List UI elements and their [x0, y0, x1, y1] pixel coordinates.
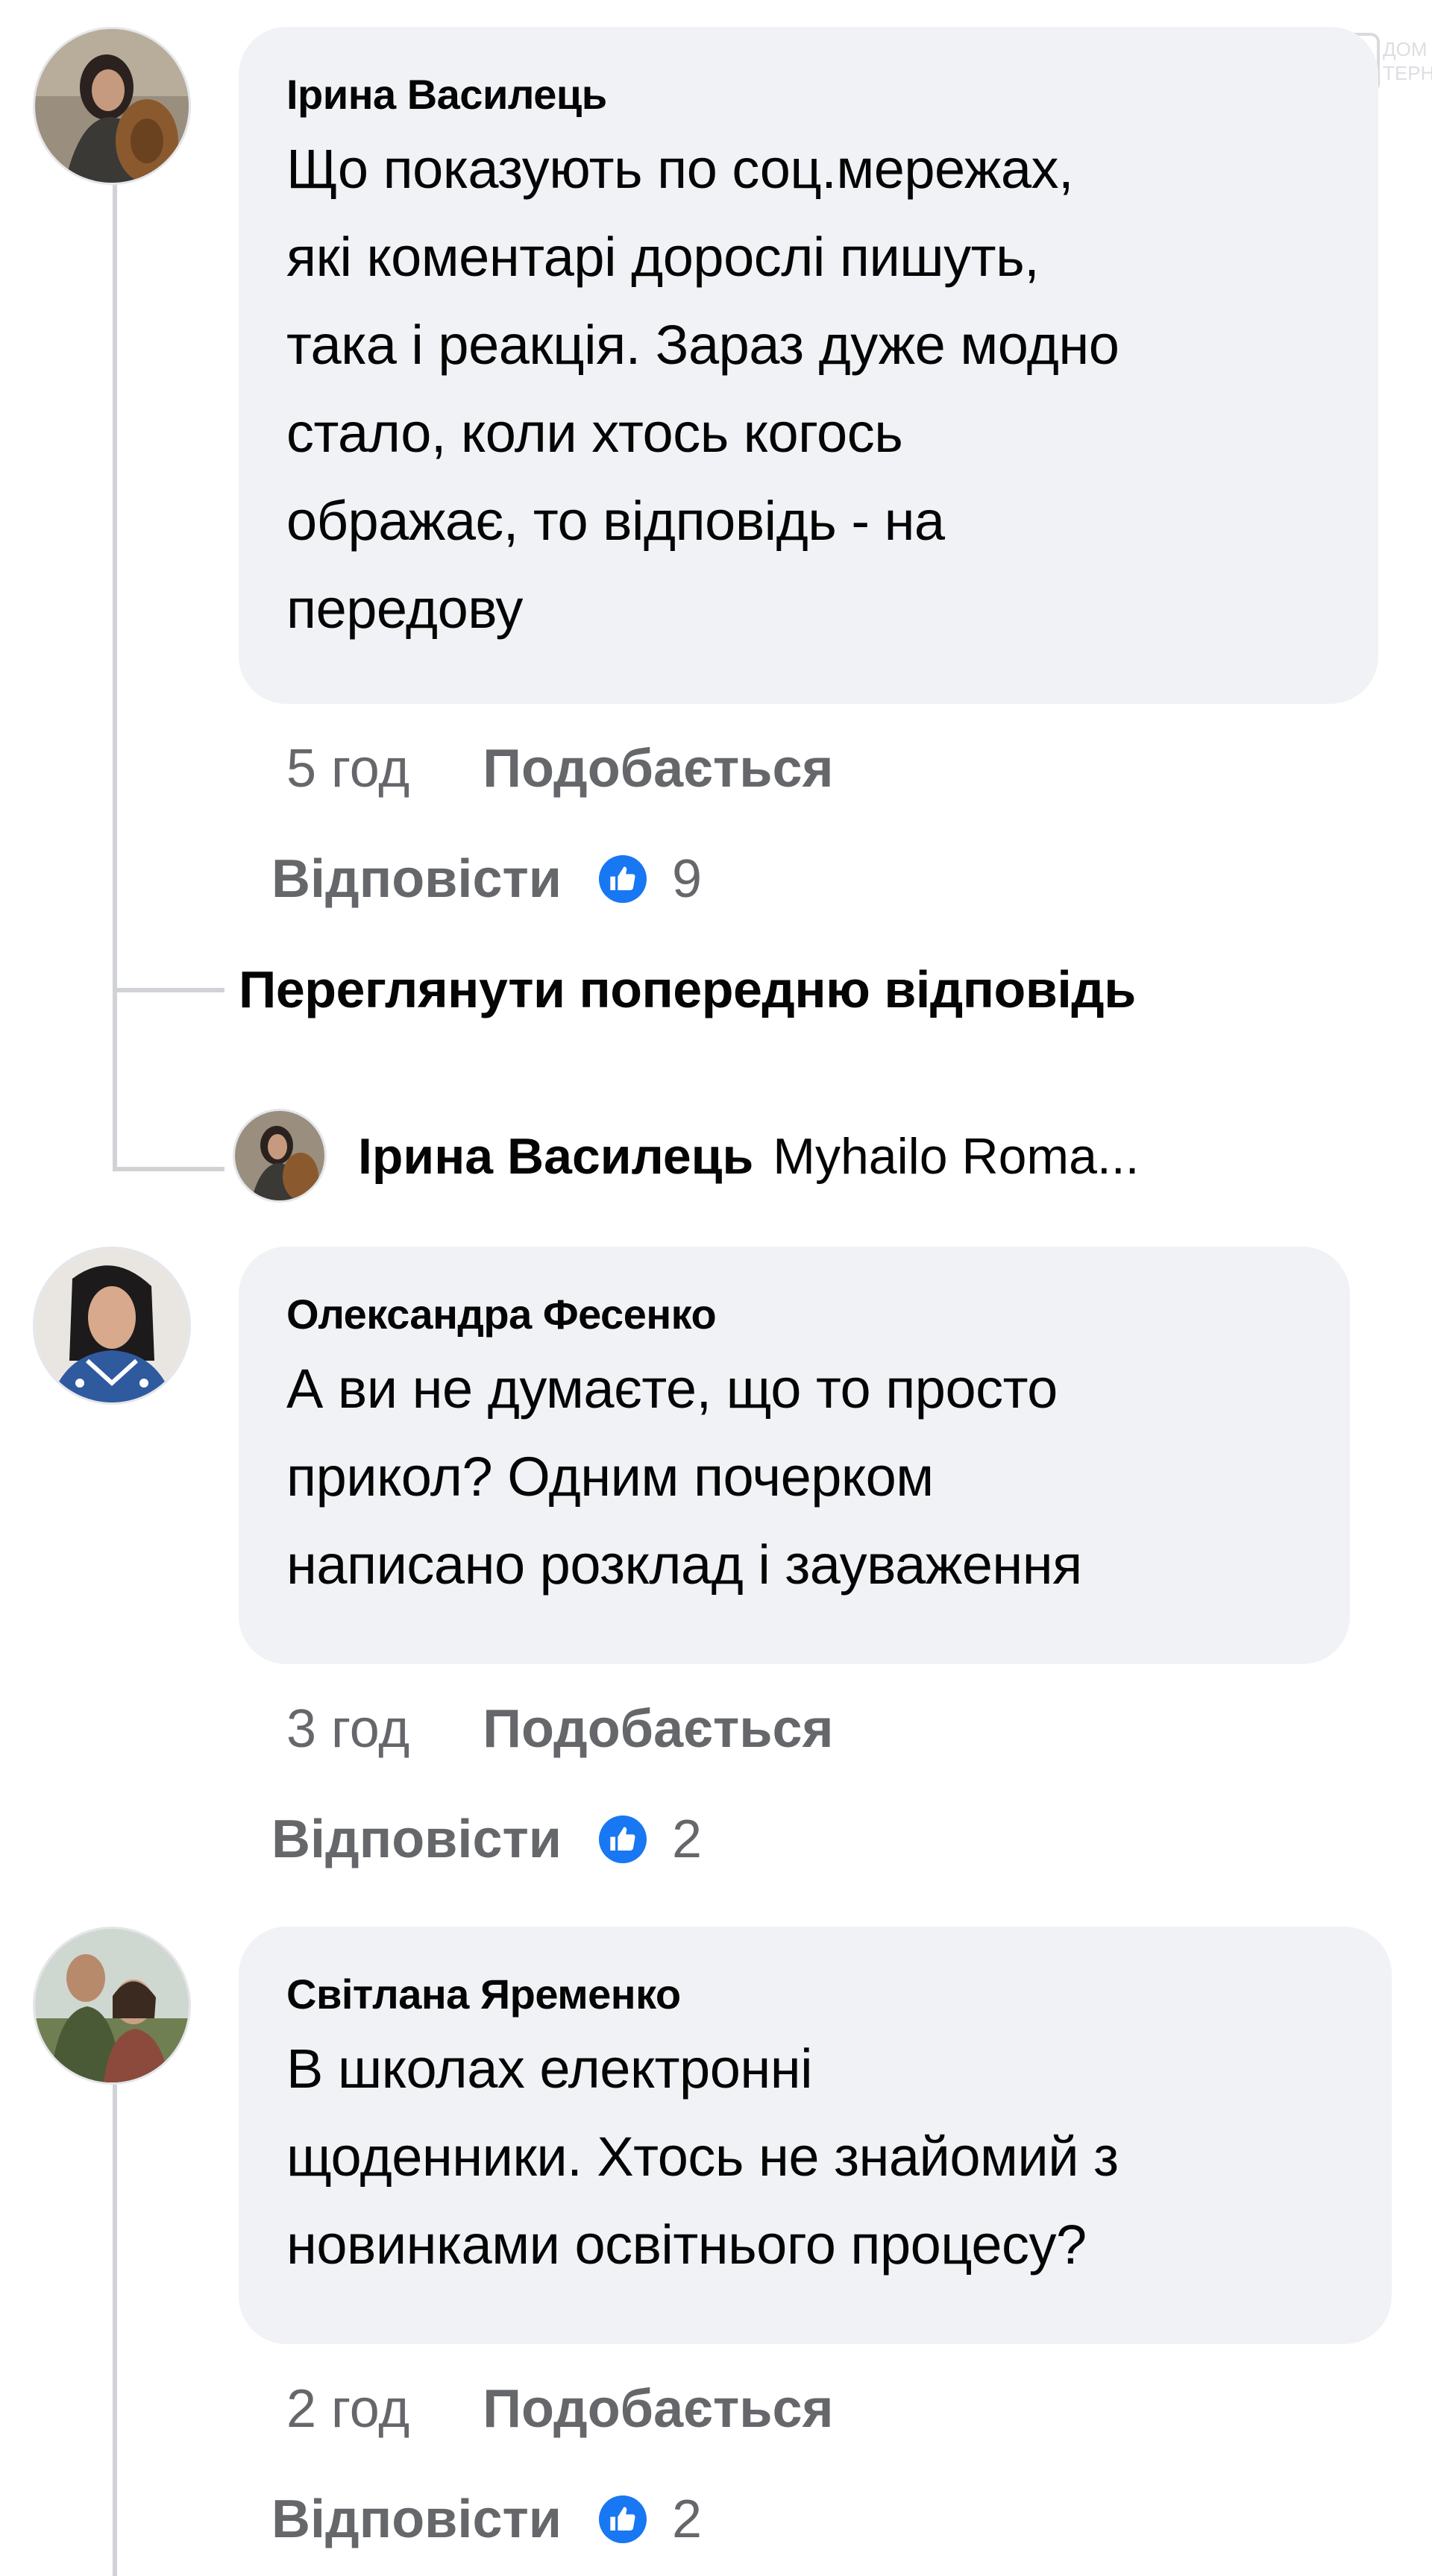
thread-line: [113, 179, 117, 1167]
comment-bubble: Світлана Яременко В школах електронні що…: [239, 1927, 1392, 2344]
comment-actions: Відповісти 9: [271, 847, 702, 911]
comment-text: Що показують по соц.мережах, які комента…: [286, 138, 1119, 640]
watermark-side-text: ДОМ ТЕРНО: [1383, 38, 1432, 84]
reaction-count[interactable]: 2: [672, 1807, 702, 1871]
comment-author[interactable]: Олександра Фесенко: [286, 1290, 1305, 1339]
avatar[interactable]: [233, 1109, 327, 1203]
comment-time[interactable]: 3 год: [286, 1699, 409, 1759]
thread-connector: [113, 1167, 224, 1171]
like-button[interactable]: Подобається: [483, 2379, 833, 2439]
comment-meta: 2 год Подобається: [286, 2377, 834, 2441]
like-reaction-icon[interactable]: [599, 1816, 647, 1863]
avatar[interactable]: [33, 1927, 191, 2085]
reaction-count[interactable]: 2: [672, 2487, 702, 2551]
reply-button[interactable]: Відповісти: [271, 2487, 562, 2551]
reply-button[interactable]: Відповісти: [271, 1807, 562, 1871]
avatar[interactable]: [33, 27, 191, 185]
like-button[interactable]: Подобається: [483, 1699, 833, 1759]
reply-preview-text: Myhailo Roma...: [773, 1128, 1140, 1185]
like-reaction-icon[interactable]: [599, 855, 647, 903]
comment-author[interactable]: Світлана Яременко: [286, 1970, 1347, 2019]
thread-connector: [113, 988, 224, 992]
comment-text: А ви не думаєте, що то просто прикол? Од…: [286, 1358, 1082, 1596]
comment-time[interactable]: 2 год: [286, 2379, 409, 2439]
reply-preview[interactable]: Ірина Василець Myhailo Roma...: [358, 1124, 1140, 1188]
like-reaction-icon[interactable]: [599, 2495, 647, 2543]
comment-bubble: Олександра Фесенко А ви не думаєте, що т…: [239, 1247, 1350, 1664]
comment-bubble: Ірина Василець Що показують по соц.мереж…: [239, 27, 1378, 704]
view-previous-replies-link[interactable]: Переглянути попередню відповідь: [239, 957, 1136, 1021]
comment-actions: Відповісти 2: [271, 2487, 702, 2551]
like-button[interactable]: Подобається: [483, 739, 833, 799]
comment-author[interactable]: Ірина Василець: [286, 70, 1334, 119]
reply-button[interactable]: Відповісти: [271, 847, 562, 911]
thread-line: [113, 2080, 117, 2576]
comment-time[interactable]: 5 год: [286, 739, 409, 799]
reply-author[interactable]: Ірина Василець: [358, 1124, 753, 1188]
comment-actions: Відповісти 2: [271, 1807, 702, 1871]
comment-text: В школах електронні щоденники. Хтось не …: [286, 2038, 1119, 2276]
comment-meta: 3 год Подобається: [286, 1697, 834, 1761]
avatar[interactable]: [33, 1247, 191, 1405]
comment-meta: 5 год Подобається: [286, 737, 834, 801]
reaction-count[interactable]: 9: [672, 847, 702, 911]
